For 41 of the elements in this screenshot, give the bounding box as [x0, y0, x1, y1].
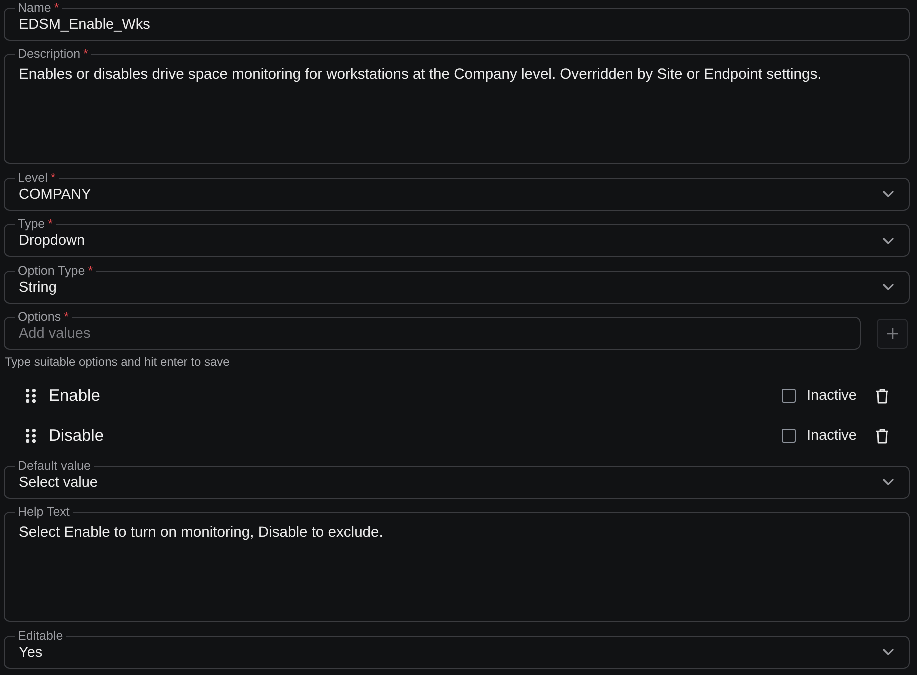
helper-text: Type suitable options and hit enter to save: [5, 355, 230, 369]
text-area[interactable]: Description * Enables or disables drive space monitoring for workstations at the Company level. Overridden by Site or Endpoint settings.: [4, 48, 910, 164]
field-label: Option Type: [18, 264, 86, 278]
chevron-down-icon[interactable]: [883, 284, 894, 291]
field-label: Default value: [18, 458, 91, 472]
field-label: Type: [18, 217, 46, 231]
dropdown-field[interactable]: Option Type * String: [4, 264, 910, 304]
text-field[interactable]: Name * EDSM_Enable_Wks: [4, 2, 910, 40]
option-label: Disable: [49, 426, 104, 446]
chevron-down-icon[interactable]: [883, 238, 894, 244]
checkbox-label[interactable]: Inactive: [807, 428, 857, 444]
field-label: Description: [18, 47, 81, 61]
field-label: Help Text: [18, 505, 70, 519]
add-button[interactable]: [877, 319, 908, 349]
chevron-down-icon[interactable]: [883, 479, 894, 486]
required-asterisk: *: [88, 264, 94, 278]
dropdown-field[interactable]: Default value Select value: [4, 460, 910, 498]
required-asterisk: *: [64, 310, 69, 324]
required-asterisk: *: [50, 170, 56, 184]
drag-handle-icon[interactable]: [26, 389, 36, 403]
drag-handle-icon[interactable]: [26, 429, 36, 443]
chevron-down-icon[interactable]: [883, 191, 894, 198]
options-input[interactable]: Add values: [19, 325, 846, 343]
field-label: Options: [18, 310, 62, 324]
field-label: Name: [18, 0, 52, 14]
dropdown-field[interactable]: Type * Dropdown: [4, 218, 910, 257]
dropdown-field[interactable]: Editable Yes: [4, 630, 910, 668]
plus-icon: [886, 328, 898, 340]
required-asterisk: *: [54, 0, 60, 14]
required-asterisk: *: [84, 47, 88, 61]
text-area[interactable]: Help Text Select Enable to turn on monitoring, Disable to exclude.: [4, 506, 910, 622]
dropdown-field[interactable]: Level * COMPANY: [4, 172, 910, 210]
trash-icon[interactable]: [876, 388, 889, 404]
field-label: Level: [18, 170, 48, 184]
trash-icon[interactable]: [876, 428, 889, 444]
field-label: Editable: [18, 628, 64, 642]
checkbox-label[interactable]: Inactive: [807, 388, 857, 404]
options-field[interactable]: Options * Add values: [4, 311, 861, 350]
required-asterisk: *: [48, 217, 53, 231]
option-label: Enable: [49, 386, 100, 406]
chevron-down-icon[interactable]: [883, 649, 894, 656]
